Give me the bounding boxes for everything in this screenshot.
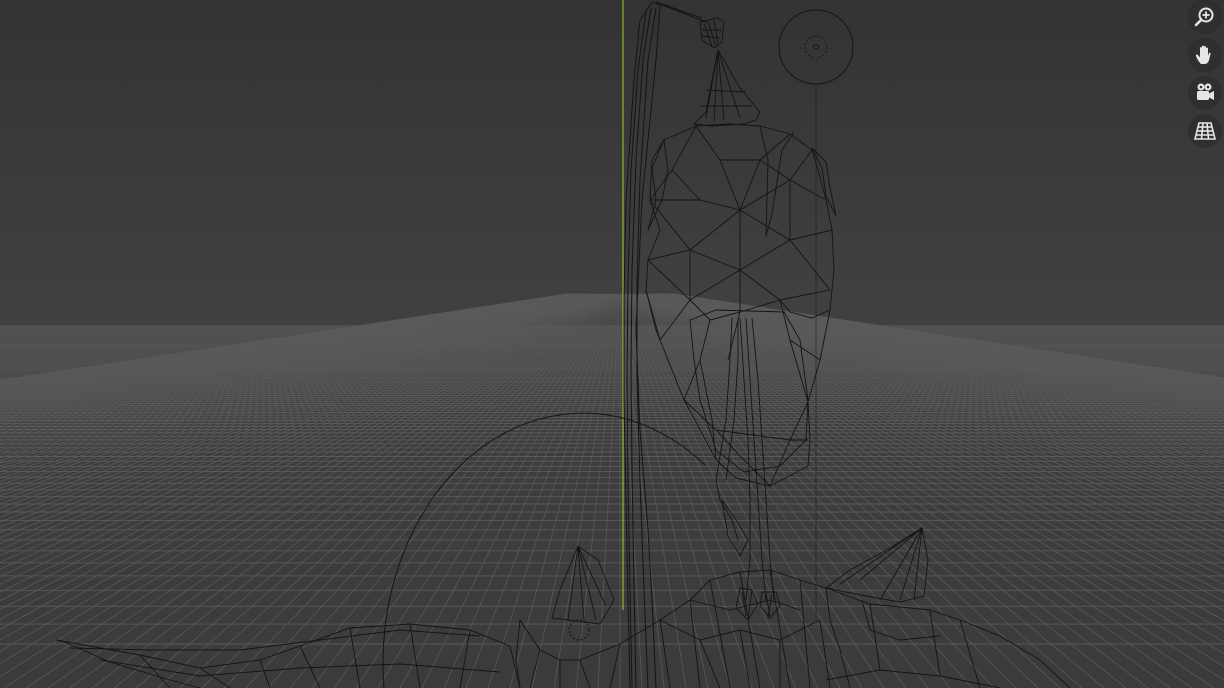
3d-viewport[interactable] [0, 0, 1224, 688]
grid-perspective-icon [1193, 122, 1217, 140]
zoom-icon [1194, 7, 1214, 27]
zoom-button[interactable] [1189, 1, 1221, 33]
camera-icon [1197, 83, 1214, 100]
perspective-toggle-button[interactable] [1189, 115, 1221, 147]
camera-view-button[interactable] [1189, 77, 1221, 109]
hand-icon [1195, 45, 1211, 64]
wireframe-scene [0, 0, 1224, 688]
pan-button[interactable] [1189, 39, 1221, 71]
